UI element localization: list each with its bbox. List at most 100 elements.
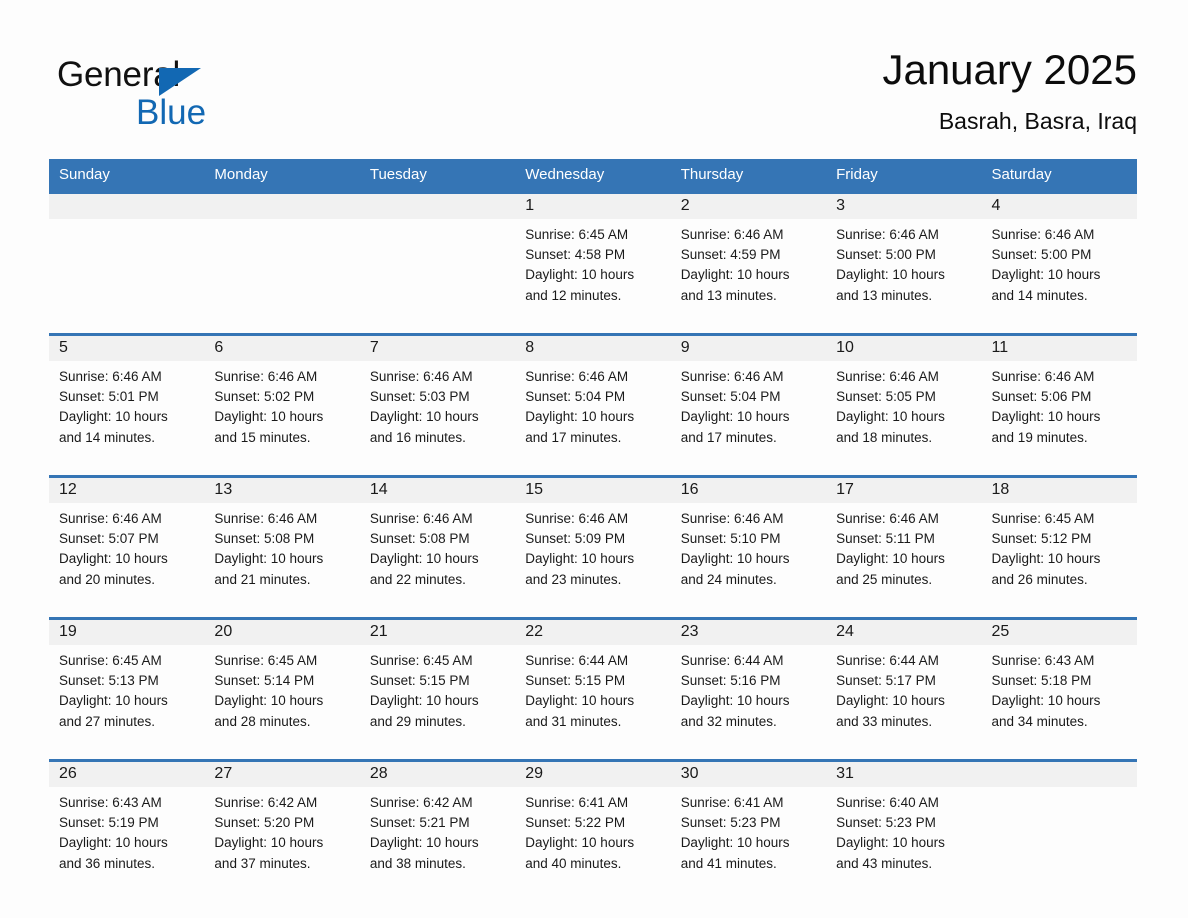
daylight-duration-line2: and 43 minutes. [836,855,933,871]
daylight-duration-line1: Daylight: 10 hours [369,693,479,709]
day-details: Sunrise: 6:44 AM Sunset: 5:16 PM Daylight:… [671,645,826,732]
calendar-day-cell[interactable]: 18 Sunrise: 6:45 AM Sunset: 5:12 PM Dayligh… [981,475,1137,603]
week-row-gap [49,603,1137,619]
daylight-duration-line2: and 13 minutes. [836,287,933,303]
calendar-day-cell[interactable]: 21 Sunrise: 6:45 AM Sunset: 5:15 PM Dayligh… [359,617,516,745]
calendar-day-cell[interactable]: 24 Sunrise: 6:44 AM Sunset: 5:17 PM Dayligh… [826,617,982,745]
calendar-day-cell[interactable]: 23 Sunrise: 6:44 AM Sunset: 5:16 PM Dayligh… [670,617,827,745]
day-details: Sunrise: 6:46 AM Sunset: 5:08 PM Daylight:… [360,503,515,590]
daylight-duration-line2: and 28 minutes. [214,713,311,729]
calendar-day-cell[interactable]: 26 Sunrise: 6:43 AM Sunset: 5:19 PM Dayligh… [49,759,205,887]
calendar-day-cell[interactable]: 10 Sunrise: 6:46 AM Sunset: 5:05 PM Dayligh… [826,333,982,461]
day-details: Sunrise: 6:46 AM Sunset: 5:07 PM Daylight:… [49,503,204,590]
calendar-day-cell[interactable]: 8 Sunrise: 6:46 AM Sunset: 5:04 PM Daylight… [515,333,671,461]
calendar-day-cell[interactable]: 29 Sunrise: 6:41 AM Sunset: 5:22 PM Dayligh… [515,759,671,887]
calendar-day-cell[interactable]: 14 Sunrise: 6:46 AM Sunset: 5:08 PM Dayligh… [359,475,516,603]
day-number: 29 [515,762,671,787]
daylight-duration-line1: Daylight: 10 hours [369,551,479,567]
calendar-day-cell[interactable]: 4 Sunrise: 6:46 AM Sunset: 5:00 PM Daylight… [981,191,1137,319]
calendar-day-cell[interactable]: 31 Sunrise: 6:40 AM Sunset: 5:23 PM Dayligh… [826,759,982,887]
day-number: 22 [515,620,671,645]
calendar-day-cell[interactable]: 7 Sunrise: 6:46 AM Sunset: 5:03 PM Daylight… [359,333,516,461]
daylight-duration-line1: Daylight: 10 hours [525,267,635,283]
calendar-day-cell[interactable]: 27 Sunrise: 6:42 AM Sunset: 5:20 PM Dayligh… [204,759,360,887]
daylight-duration-line2: and 20 minutes. [59,571,156,587]
sunrise-time: Sunrise: 6:43 AM [59,795,162,810]
sunset-time: Sunset: 5:17 PM [836,673,936,689]
daylight-duration-line1: Daylight: 10 hours [836,835,945,851]
sunset-time: Sunset: 5:04 PM [525,389,626,405]
calendar-day-cell[interactable]: 19 Sunrise: 6:45 AM Sunset: 5:13 PM Dayligh… [49,617,205,745]
day-number: 19 [49,620,205,645]
day-number: 3 [826,194,982,219]
generalblue-logo[interactable]: General Blue [57,54,277,134]
sunset-time: Sunset: 5:02 PM [214,389,315,405]
calendar-day-cell[interactable]: 2 Sunrise: 6:46 AM Sunset: 4:59 PM Daylight… [670,191,827,319]
daylight-duration-line1: Daylight: 10 hours [59,409,168,425]
calendar-day-cell[interactable]: 13 Sunrise: 6:46 AM Sunset: 5:08 PM Dayligh… [204,475,360,603]
day-details: Sunrise: 6:46 AM Sunset: 5:06 PM Daylight:… [982,361,1137,448]
day-number: 24 [826,620,982,645]
calendar-day-cell[interactable]: 22 Sunrise: 6:44 AM Sunset: 5:15 PM Dayligh… [515,617,671,745]
calendar-day-cell[interactable]: 6 Sunrise: 6:46 AM Sunset: 5:02 PM Daylight… [204,333,360,461]
sunset-time: Sunset: 5:01 PM [59,389,159,405]
calendar-day-cell[interactable]: 11 Sunrise: 6:46 AM Sunset: 5:06 PM Dayligh… [981,333,1137,461]
calendar-day-cell[interactable]: 25 Sunrise: 6:43 AM Sunset: 5:18 PM Dayligh… [981,617,1137,745]
weekday-header-monday: Monday [204,159,360,193]
weekday-header-tuesday: Tuesday [359,159,516,193]
day-number [204,194,360,219]
calendar-day-cell-empty [981,759,1137,887]
calendar-header-row: Sunday Monday Tuesday Wednesday Thursday… [49,159,1137,193]
calendar-day-cell[interactable]: 3 Sunrise: 6:46 AM Sunset: 5:00 PM Daylight… [826,191,982,319]
day-number: 21 [359,620,516,645]
day-details: Sunrise: 6:43 AM Sunset: 5:18 PM Daylight:… [982,645,1137,732]
sunset-time: Sunset: 5:08 PM [214,531,315,547]
week-row-gap-cell [49,745,1137,761]
calendar-day-cell[interactable]: 12 Sunrise: 6:46 AM Sunset: 5:07 PM Dayligh… [49,475,205,603]
sunset-time: Sunset: 5:10 PM [680,531,781,547]
calendar-day-cell[interactable]: 28 Sunrise: 6:42 AM Sunset: 5:21 PM Dayligh… [359,759,516,887]
calendar-day-cell[interactable]: 15 Sunrise: 6:46 AM Sunset: 5:09 PM Dayligh… [515,475,671,603]
week-row-gap-cell [49,603,1137,619]
daylight-duration-line1: Daylight: 10 hours [369,409,479,425]
day-details: Sunrise: 6:41 AM Sunset: 5:22 PM Daylight:… [515,787,670,874]
week-row-gap-cell [49,461,1137,477]
daylight-duration-line1: Daylight: 10 hours [991,409,1101,425]
sunrise-time: Sunrise: 6:41 AM [680,795,784,810]
day-number: 9 [670,336,827,361]
daylight-duration-line2: and 12 minutes. [525,287,622,303]
calendar-day-cell[interactable]: 30 Sunrise: 6:41 AM Sunset: 5:23 PM Dayligh… [670,759,827,887]
day-number: 10 [826,336,982,361]
calendar-day-cell[interactable]: 17 Sunrise: 6:46 AM Sunset: 5:11 PM Dayligh… [826,475,982,603]
daylight-duration-line1: Daylight: 10 hours [59,693,168,709]
calendar-day-cell[interactable]: 1 Sunrise: 6:45 AM Sunset: 4:58 PM Daylight… [515,191,671,319]
sunrise-time: Sunrise: 6:45 AM [525,227,629,242]
day-details: Sunrise: 6:42 AM Sunset: 5:20 PM Daylight:… [204,787,359,874]
calendar-day-cell[interactable]: 9 Sunrise: 6:46 AM Sunset: 5:04 PM Daylight… [670,333,827,461]
day-number: 5 [49,336,205,361]
daylight-duration-line1: Daylight: 10 hours [214,693,324,709]
daylight-duration-line2: and 18 minutes. [836,429,933,445]
calendar-day-cell[interactable]: 5 Sunrise: 6:46 AM Sunset: 5:01 PM Daylight… [49,333,205,461]
daylight-duration-line1: Daylight: 10 hours [991,693,1101,709]
daylight-duration-line1: Daylight: 10 hours [525,409,635,425]
calendar-day-cell[interactable]: 16 Sunrise: 6:46 AM Sunset: 5:10 PM Dayligh… [670,475,827,603]
day-number: 18 [981,478,1137,503]
daylight-duration-line2: and 19 minutes. [991,429,1088,445]
day-details: Sunrise: 6:46 AM Sunset: 5:02 PM Daylight:… [204,361,359,448]
sunset-time: Sunset: 5:11 PM [836,531,935,547]
sunrise-time: Sunrise: 6:41 AM [525,795,629,810]
day-details: Sunrise: 6:46 AM Sunset: 5:04 PM Daylight:… [671,361,826,448]
daylight-duration-line1: Daylight: 10 hours [680,267,790,283]
calendar-day-cell[interactable]: 20 Sunrise: 6:45 AM Sunset: 5:14 PM Dayligh… [204,617,360,745]
sunset-time: Sunset: 5:08 PM [369,531,470,547]
calendar-body: 1 Sunrise: 6:45 AM Sunset: 4:58 PM Daylight… [49,191,1137,887]
day-details: Sunrise: 6:42 AM Sunset: 5:21 PM Daylight:… [360,787,515,874]
week-row-gap [49,319,1137,335]
daylight-duration-line1: Daylight: 10 hours [59,835,168,851]
daylight-duration-line2: and 34 minutes. [991,713,1088,729]
sunset-time: Sunset: 5:00 PM [991,247,1092,263]
sunrise-time: Sunrise: 6:46 AM [369,511,473,526]
day-number: 26 [49,762,205,787]
sunset-time: Sunset: 5:23 PM [836,815,936,831]
